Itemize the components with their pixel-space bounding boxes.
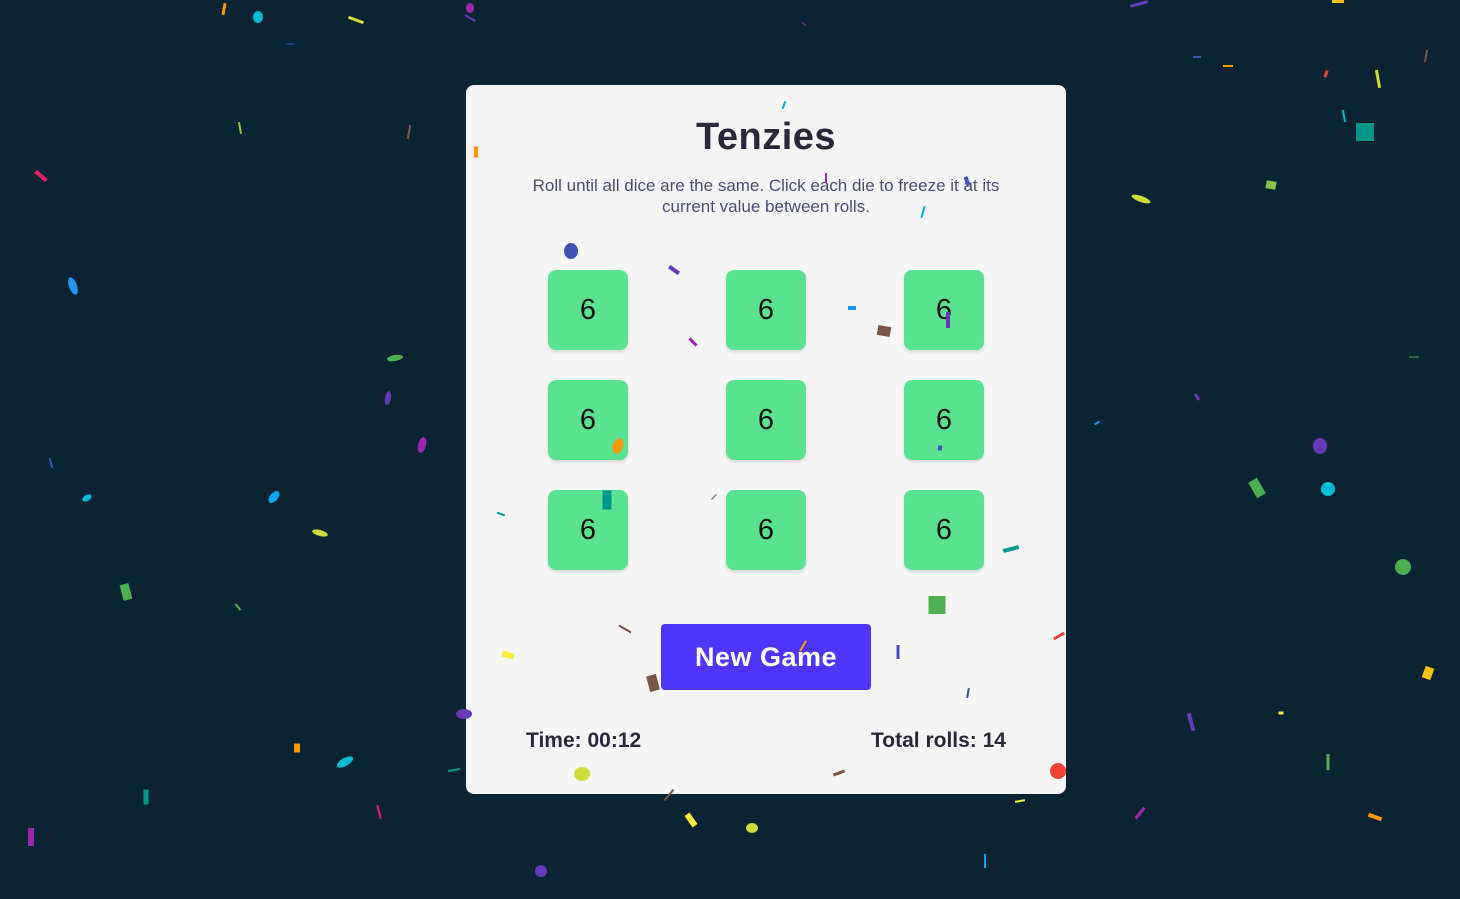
confetti-piece: [1313, 438, 1327, 454]
confetti-piece: [417, 437, 427, 453]
app-window: Tenzies Roll until all dice are the same…: [0, 0, 1460, 899]
confetti-piece: [68, 277, 78, 295]
confetti-piece: [447, 767, 461, 773]
confetti-piece: [1093, 420, 1101, 426]
confetti-piece: [1374, 69, 1382, 89]
confetti-piece: [1193, 56, 1201, 58]
confetti-piece: [1326, 754, 1330, 770]
confetti-piece: [312, 529, 328, 537]
confetti-piece: [1265, 180, 1277, 190]
confetti-piece: [1341, 109, 1347, 123]
confetti-piece: [237, 121, 243, 135]
confetti-piece: [234, 603, 242, 611]
game-card: Tenzies Roll until all dice are the same…: [466, 85, 1066, 794]
roll-count-text: Total rolls: 14: [871, 729, 1006, 752]
confetti-piece: [1332, 0, 1344, 3]
instructions-text: Roll until all dice are the same. Click …: [532, 176, 1000, 216]
confetti-piece: [1014, 799, 1026, 803]
die[interactable]: 6: [548, 270, 628, 350]
confetti-piece: [984, 854, 986, 868]
confetti-piece: [387, 354, 403, 362]
confetti-piece: [1186, 712, 1196, 732]
confetti-piece: [1323, 70, 1329, 78]
confetti-piece: [746, 823, 758, 833]
confetti-piece: [1193, 393, 1201, 401]
confetti-piece: [82, 494, 92, 502]
confetti-piece: [336, 756, 354, 768]
confetti-piece: [1421, 665, 1435, 681]
confetti-piece: [48, 457, 54, 469]
confetti-piece: [1356, 123, 1374, 141]
confetti-piece: [268, 491, 280, 503]
confetti-piece: [1134, 806, 1146, 820]
die[interactable]: 6: [548, 380, 628, 460]
page-title: Tenzies: [695, 116, 837, 158]
confetti-piece: [28, 828, 34, 846]
confetti-piece: [143, 789, 149, 805]
confetti-piece: [384, 391, 392, 405]
confetti-piece: [466, 3, 474, 13]
die[interactable]: 6: [548, 490, 628, 570]
confetti-piece: [1129, 0, 1149, 8]
die[interactable]: 6: [904, 270, 984, 350]
confetti-piece: [286, 43, 294, 45]
confetti-piece: [406, 124, 412, 140]
confetti-piece: [119, 583, 133, 601]
confetti-piece: [1423, 49, 1429, 63]
confetti-piece: [376, 804, 382, 820]
confetti-piece: [1248, 477, 1266, 499]
confetti-piece: [1409, 356, 1419, 358]
timer-text: Time: 00:12: [526, 729, 642, 752]
die[interactable]: 6: [726, 490, 806, 570]
confetti-piece: [535, 865, 547, 877]
die[interactable]: 6: [726, 270, 806, 350]
new-game-button[interactable]: New Game: [661, 624, 871, 690]
die[interactable]: 6: [904, 490, 984, 570]
die[interactable]: 6: [726, 380, 806, 460]
confetti-piece: [347, 15, 365, 25]
confetti-piece: [1131, 194, 1151, 204]
confetti-piece: [253, 11, 263, 23]
confetti-piece: [1321, 482, 1335, 496]
confetti-piece: [684, 812, 698, 828]
confetti-piece: [221, 2, 227, 16]
confetti-piece: [1278, 711, 1284, 715]
confetti-piece: [34, 169, 48, 183]
confetti-piece: [1395, 559, 1411, 575]
die[interactable]: 6: [904, 380, 984, 460]
confetti-piece: [801, 21, 807, 27]
confetti-piece: [464, 14, 476, 22]
confetti-piece: [1223, 65, 1233, 67]
confetti-piece: [294, 743, 300, 753]
confetti-piece: [1367, 812, 1383, 822]
